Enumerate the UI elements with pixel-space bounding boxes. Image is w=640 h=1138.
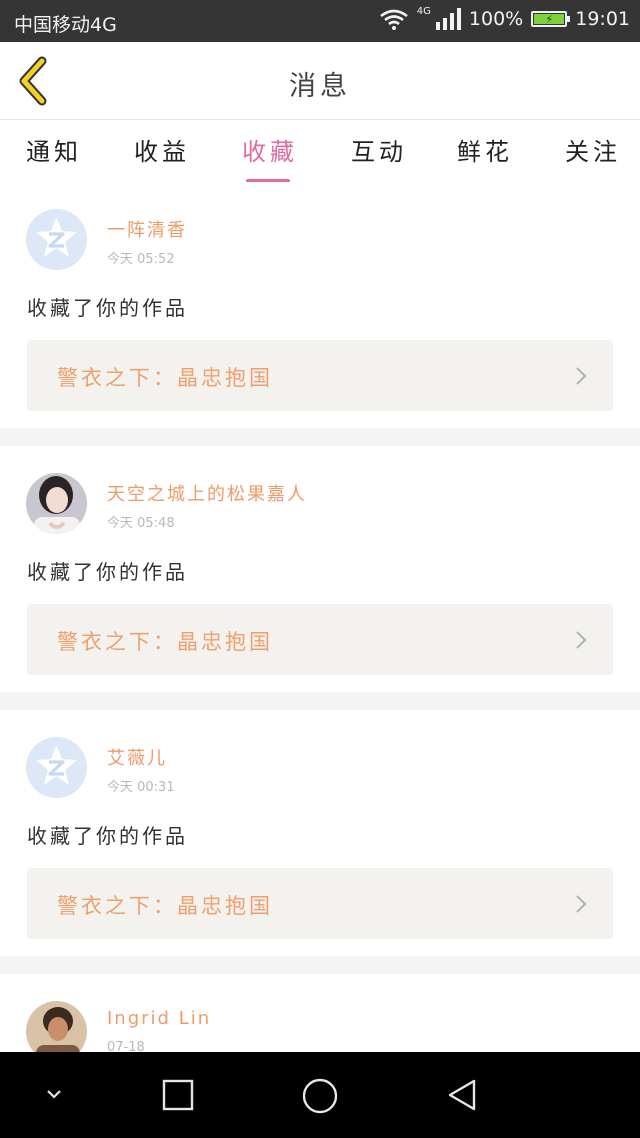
tab-label: 收益 bbox=[134, 138, 190, 166]
list-item: 一阵清香 今天 05:52 收藏了你的作品 警衣之下：晶忠抱国 bbox=[0, 182, 640, 428]
work-title: 警衣之下：晶忠抱国 bbox=[57, 630, 273, 654]
tab-favorites[interactable]: 收藏 bbox=[242, 132, 298, 183]
triangle-back-icon bbox=[448, 1079, 476, 1111]
username[interactable]: 一阵清香 bbox=[107, 216, 187, 242]
chevron-right-icon bbox=[576, 895, 587, 913]
default-avatar-icon[interactable] bbox=[26, 737, 87, 798]
system-nav-bar bbox=[0, 1052, 640, 1138]
default-avatar-icon[interactable] bbox=[26, 209, 87, 270]
tab-label: 互动 bbox=[351, 138, 407, 166]
carrier-label: 中国移动4G bbox=[14, 14, 117, 36]
work-title: 警衣之下：晶忠抱国 bbox=[57, 894, 273, 918]
work-link[interactable]: 警衣之下：晶忠抱国 bbox=[27, 868, 613, 939]
circle-icon bbox=[302, 1078, 338, 1114]
chevron-right-icon bbox=[576, 367, 587, 385]
username[interactable]: Ingrid Lin bbox=[107, 1008, 211, 1029]
message-list: 一阵清香 今天 05:52 收藏了你的作品 警衣之下：晶忠抱国 天空之城上的松果… bbox=[0, 182, 640, 1062]
tab-earnings[interactable]: 收益 bbox=[134, 132, 190, 167]
signal-icon bbox=[435, 8, 461, 30]
timestamp: 今天 05:48 bbox=[107, 516, 175, 531]
list-item: Ingrid Lin 07-18 bbox=[0, 974, 640, 1062]
tab-label: 通知 bbox=[26, 138, 82, 166]
tab-interactions[interactable]: 互动 bbox=[351, 132, 407, 167]
work-title: 警衣之下：晶忠抱国 bbox=[57, 366, 273, 390]
tab-follows[interactable]: 关注 bbox=[565, 132, 621, 167]
username[interactable]: 天空之城上的松果嘉人 bbox=[107, 480, 307, 506]
list-item: 天空之城上的松果嘉人 今天 05:48 收藏了你的作品 警衣之下：晶忠抱国 bbox=[0, 446, 640, 692]
hide-nav-button[interactable] bbox=[40, 1082, 68, 1110]
action-text: 收藏了你的作品 bbox=[27, 296, 188, 320]
clock: 19:01 bbox=[575, 8, 630, 30]
tab-label: 鲜花 bbox=[457, 138, 513, 166]
page-title: 消息 bbox=[289, 71, 351, 102]
status-bar: 中国移动4G 4G 100% ⚡ 19:01 bbox=[0, 0, 640, 42]
battery-icon: ⚡ bbox=[531, 11, 571, 27]
action-text: 收藏了你的作品 bbox=[27, 824, 188, 848]
chevron-right-icon bbox=[576, 631, 587, 649]
action-text: 收藏了你的作品 bbox=[27, 560, 188, 584]
timestamp: 今天 00:31 bbox=[107, 780, 175, 795]
back-nav-button[interactable] bbox=[444, 1077, 480, 1117]
square-icon bbox=[162, 1079, 194, 1111]
tab-flowers[interactable]: 鲜花 bbox=[457, 132, 513, 167]
tab-notify[interactable]: 通知 bbox=[26, 132, 82, 167]
username[interactable]: 艾薇儿 bbox=[107, 744, 167, 770]
tab-bar: 通知 收益 收藏 互动 鲜花 关注 bbox=[0, 120, 640, 183]
battery-percent: 100% bbox=[468, 8, 524, 30]
network-type: 4G bbox=[416, 5, 431, 17]
home-button[interactable] bbox=[301, 1077, 339, 1119]
chevron-down-icon bbox=[47, 1090, 61, 1099]
tab-label: 收藏 bbox=[242, 138, 298, 166]
user-photo-avatar[interactable] bbox=[26, 473, 87, 534]
list-item: 艾薇儿 今天 00:31 收藏了你的作品 警衣之下：晶忠抱国 bbox=[0, 710, 640, 956]
work-link[interactable]: 警衣之下：晶忠抱国 bbox=[27, 604, 613, 675]
wifi-icon bbox=[379, 9, 408, 30]
work-link[interactable]: 警衣之下：晶忠抱国 bbox=[27, 340, 613, 411]
status-icons: 4G 100% ⚡ 19:01 bbox=[379, 5, 630, 30]
tab-label: 关注 bbox=[565, 138, 621, 166]
timestamp: 今天 05:52 bbox=[107, 252, 175, 267]
app-header: 消息 bbox=[0, 42, 640, 120]
recents-button[interactable] bbox=[160, 1077, 196, 1117]
